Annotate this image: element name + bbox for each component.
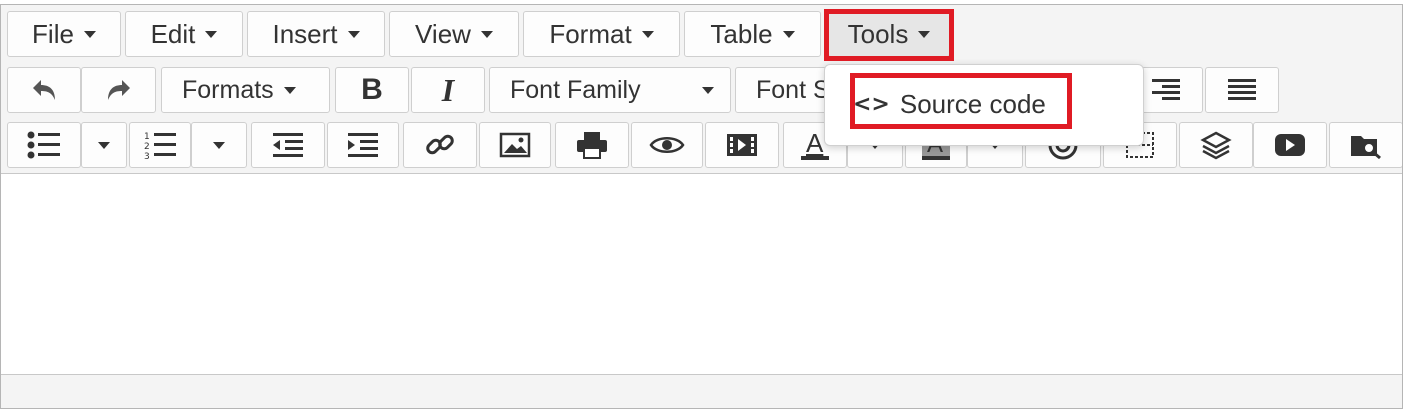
youtube-button[interactable] — [1253, 122, 1327, 168]
menu-file-label: File — [32, 18, 74, 49]
chevron-down-icon — [782, 30, 795, 38]
font-family-label: Font Family — [510, 75, 641, 104]
italic-icon: I — [441, 71, 455, 108]
chevron-down-icon — [205, 30, 218, 38]
youtube-icon — [1275, 134, 1305, 156]
image-button[interactable] — [479, 122, 551, 168]
chevron-down-icon — [83, 30, 96, 38]
code-icon: <> — [853, 91, 890, 117]
eye-icon — [649, 137, 685, 153]
chevron-down-icon — [213, 141, 225, 149]
menubar: File Edit Insert View Format Table Tools — [1, 5, 1402, 64]
film-icon — [727, 134, 757, 156]
menu-edit-label: Edit — [150, 18, 196, 49]
bullet-list-icon — [27, 131, 60, 159]
menu-view[interactable]: View — [389, 11, 519, 57]
svg-text:A: A — [806, 128, 824, 158]
chevron-down-icon — [918, 30, 931, 38]
chevron-down-icon — [347, 30, 360, 38]
bullet-list-options[interactable] — [81, 122, 127, 168]
svg-text:3: 3 — [144, 152, 150, 160]
folder-search-icon — [1351, 136, 1381, 160]
bold-button[interactable]: B — [335, 67, 409, 113]
font-size-label: Font S — [756, 75, 830, 104]
chevron-down-icon — [480, 30, 493, 38]
menu-file[interactable]: File — [7, 11, 121, 57]
align-right-icon — [1152, 79, 1180, 100]
toolbar-row-1: Formats B I Font Family Font S — [1, 63, 1402, 118]
toolbar-row-2: 123 A A — [1, 118, 1402, 174]
undo-button[interactable] — [7, 67, 81, 113]
outdent-button[interactable] — [251, 122, 325, 168]
link-button[interactable] — [403, 122, 477, 168]
image-icon — [499, 132, 531, 158]
outdent-icon — [273, 133, 303, 157]
source-code-menu-item[interactable]: <> Source code — [853, 79, 1073, 129]
chevron-down-icon — [702, 86, 714, 94]
menu-insert[interactable]: Insert — [247, 11, 385, 57]
numbered-list-options[interactable] — [191, 122, 247, 168]
element-path[interactable]: p — [21, 401, 34, 408]
redo-button[interactable] — [81, 67, 156, 113]
menu-view-label: View — [415, 18, 471, 49]
numbered-list-button[interactable]: 123 — [129, 122, 191, 168]
menu-format[interactable]: Format — [523, 11, 680, 57]
chevron-down-icon — [98, 141, 110, 149]
link-icon — [426, 134, 454, 155]
layers-button[interactable] — [1179, 122, 1253, 168]
indent-icon — [348, 133, 378, 157]
menu-edit[interactable]: Edit — [125, 11, 243, 57]
numbered-list-icon: 123 — [144, 132, 176, 160]
statusbar: p — [1, 374, 1402, 408]
print-button[interactable] — [555, 122, 629, 168]
menu-format-label: Format — [549, 18, 632, 49]
undo-icon — [33, 80, 55, 100]
bold-icon: B — [361, 73, 383, 106]
menu-table-label: Table — [710, 18, 773, 49]
redo-icon — [107, 80, 130, 100]
menu-tools-label: Tools — [847, 18, 909, 49]
menu-tools[interactable]: Tools — [828, 11, 950, 57]
svg-text:1: 1 — [144, 132, 150, 142]
print-icon — [577, 132, 607, 159]
menu-table[interactable]: Table — [684, 11, 821, 57]
rich-text-editor: File Edit Insert View Format Table Tools… — [0, 4, 1403, 409]
editor-content-area[interactable] — [1, 174, 1402, 374]
menu-insert-label: Insert — [272, 18, 338, 49]
indent-button[interactable] — [327, 122, 399, 168]
align-justify-button[interactable] — [1205, 67, 1279, 113]
source-code-label: Source code — [899, 88, 1046, 119]
formats-label: Formats — [182, 75, 274, 104]
chevron-down-icon — [283, 86, 296, 94]
bullet-list-button[interactable] — [7, 122, 81, 168]
file-manager-button[interactable] — [1329, 122, 1402, 168]
chevron-down-icon — [641, 30, 654, 38]
media-button[interactable] — [705, 122, 779, 168]
svg-text:2: 2 — [144, 142, 150, 152]
align-justify-icon — [1228, 79, 1256, 100]
preview-button[interactable] — [631, 122, 703, 168]
tools-dropdown-menu: <> Source code — [824, 64, 1144, 146]
italic-button[interactable]: I — [411, 67, 485, 113]
layers-icon — [1200, 131, 1232, 160]
formats-dropdown[interactable]: Formats — [161, 67, 330, 113]
font-family-dropdown[interactable]: Font Family — [489, 67, 731, 113]
